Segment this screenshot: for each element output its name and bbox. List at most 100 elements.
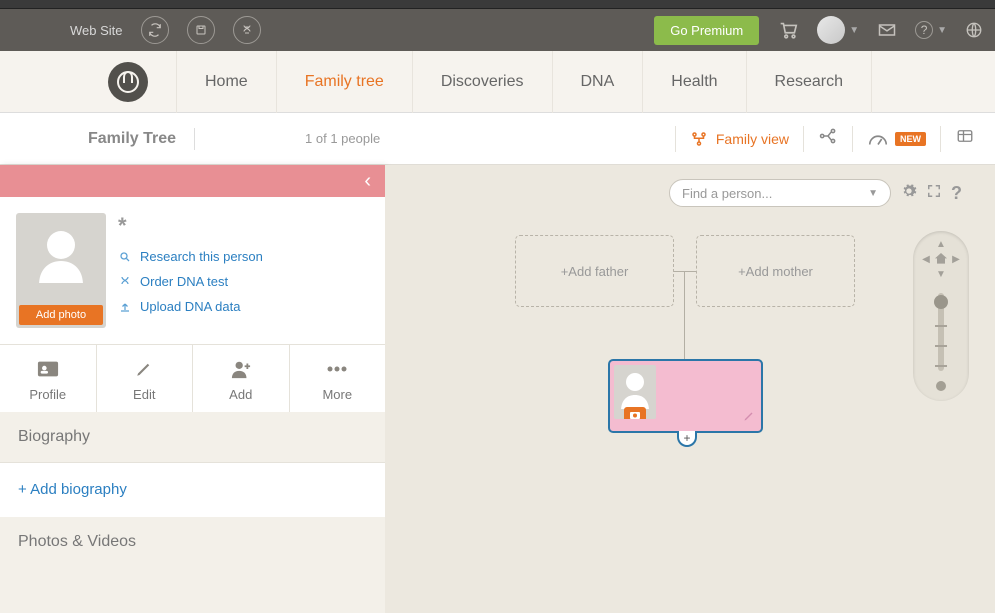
website-link[interactable]: Web Site bbox=[70, 23, 123, 38]
nav-research[interactable]: Research bbox=[746, 51, 872, 113]
top-toolbar: Web Site Go Premium ▼ ? ▼ bbox=[0, 9, 995, 51]
profile-photo[interactable]: Add photo bbox=[16, 213, 106, 328]
pan-dpad: ▲ ▼ ◀ ▶ bbox=[919, 237, 963, 281]
nav-discoveries[interactable]: Discoveries bbox=[412, 51, 552, 113]
connector-line bbox=[684, 271, 685, 359]
globe-icon[interactable] bbox=[965, 21, 983, 39]
find-person-placeholder: Find a person... bbox=[682, 186, 772, 201]
person-card[interactable] bbox=[608, 359, 763, 433]
gear-icon[interactable] bbox=[901, 183, 917, 204]
pencil-icon bbox=[135, 357, 153, 381]
zoom-reset-button[interactable] bbox=[936, 381, 946, 391]
pedigree-view-button[interactable]: NEW bbox=[867, 130, 926, 148]
fan-view-icon[interactable] bbox=[818, 126, 838, 151]
slider-marker bbox=[935, 365, 947, 367]
dna-link-icon bbox=[118, 276, 132, 288]
edit-label: Edit bbox=[133, 387, 155, 402]
nav-home[interactable]: Home bbox=[176, 51, 276, 113]
edit-button[interactable]: Edit bbox=[97, 345, 194, 412]
help-menu[interactable]: ? ▼ bbox=[915, 21, 947, 39]
tree-navigator: ▲ ▼ ◀ ▶ bbox=[913, 231, 969, 401]
sync-icon[interactable] bbox=[141, 16, 169, 44]
research-person-link[interactable]: Research this person bbox=[118, 249, 369, 264]
tree-view-icon bbox=[690, 130, 708, 148]
logo-icon[interactable] bbox=[108, 62, 148, 102]
panel-collapse-chevron-icon[interactable]: ‹ bbox=[364, 170, 371, 193]
add-relative-plus-button[interactable]: + bbox=[677, 431, 697, 447]
family-view-label: Family view bbox=[716, 131, 789, 147]
profile-button[interactable]: Profile bbox=[0, 345, 97, 412]
add-photo-button[interactable]: Add photo bbox=[19, 305, 103, 325]
profile-label: Profile bbox=[29, 387, 66, 402]
save-icon[interactable] bbox=[187, 16, 215, 44]
cart-icon[interactable] bbox=[777, 19, 799, 41]
divider bbox=[194, 128, 195, 150]
chevron-down-icon: ▼ bbox=[868, 188, 878, 199]
sub-toolbar-right: Family view NEW bbox=[675, 126, 975, 152]
add-biography-link[interactable]: + Add biography bbox=[18, 481, 127, 498]
more-button[interactable]: More bbox=[290, 345, 386, 412]
chevron-down-icon: ▼ bbox=[849, 25, 859, 36]
divider bbox=[940, 126, 941, 152]
person-silhouette-icon bbox=[31, 223, 91, 283]
pan-up-button[interactable]: ▲ bbox=[934, 237, 948, 251]
tree-canvas[interactable]: Find a person... ▼ ? +Add father +Add mo… bbox=[385, 165, 995, 613]
sub-toolbar: Family Tree 1 of 1 people Family view NE… bbox=[0, 113, 995, 165]
add-mother-box[interactable]: +Add mother bbox=[696, 235, 855, 307]
search-icon bbox=[118, 251, 132, 263]
divider bbox=[675, 126, 676, 152]
family-view-button[interactable]: Family view bbox=[690, 130, 789, 148]
upload-dna-link[interactable]: Upload DNA data bbox=[118, 299, 369, 314]
id-card-icon bbox=[37, 357, 59, 381]
person-silhouette-icon bbox=[618, 369, 652, 409]
list-view-icon[interactable] bbox=[955, 127, 975, 150]
home-icon[interactable] bbox=[933, 251, 949, 272]
order-dna-link[interactable]: Order DNA test bbox=[118, 274, 369, 289]
expand-icon[interactable] bbox=[927, 184, 941, 203]
biography-header: Biography bbox=[0, 412, 385, 463]
toolbar-left-group: Web Site bbox=[70, 16, 261, 44]
find-person-dropdown[interactable]: Find a person... ▼ bbox=[669, 179, 891, 207]
chevron-down-icon: ▼ bbox=[937, 25, 947, 36]
user-avatar-menu[interactable]: ▼ bbox=[817, 16, 859, 44]
content-area: ‹ Add photo * Research this person Order… bbox=[0, 165, 995, 613]
order-dna-label: Order DNA test bbox=[140, 274, 228, 289]
panel-header: ‹ bbox=[0, 165, 385, 197]
new-badge: NEW bbox=[895, 132, 926, 146]
avatar-icon bbox=[817, 16, 845, 44]
dna-icon[interactable] bbox=[233, 16, 261, 44]
go-premium-button[interactable]: Go Premium bbox=[654, 16, 759, 45]
pan-left-button[interactable]: ◀ bbox=[919, 252, 933, 266]
people-count: 1 of 1 people bbox=[305, 131, 380, 146]
help-icon[interactable]: ? bbox=[951, 183, 962, 204]
tree-controls-bar: Find a person... ▼ ? bbox=[385, 179, 995, 207]
page-title: Family Tree bbox=[88, 130, 176, 148]
profile-details: * Research this person Order DNA test Up… bbox=[118, 213, 369, 328]
camera-icon[interactable] bbox=[624, 407, 646, 419]
zoom-slider[interactable] bbox=[938, 293, 944, 371]
action-buttons-row: Profile Edit Add More bbox=[0, 344, 385, 412]
divider bbox=[803, 126, 804, 152]
add-mother-label: +Add mother bbox=[738, 264, 813, 279]
nav-dna[interactable]: DNA bbox=[552, 51, 643, 113]
connector-line bbox=[674, 271, 696, 272]
nav-health[interactable]: Health bbox=[642, 51, 745, 113]
add-button[interactable]: Add bbox=[193, 345, 290, 412]
add-father-label: +Add father bbox=[561, 264, 629, 279]
toolbar-right-group: Go Premium ▼ ? ▼ bbox=[654, 16, 983, 45]
pencil-icon[interactable] bbox=[743, 409, 755, 427]
person-card-photo[interactable] bbox=[614, 365, 656, 419]
add-person-icon bbox=[230, 357, 252, 381]
browser-chrome-strip bbox=[0, 0, 995, 9]
add-father-box[interactable]: +Add father bbox=[515, 235, 674, 307]
zoom-slider-thumb[interactable] bbox=[934, 295, 948, 309]
person-side-panel: ‹ Add photo * Research this person Order… bbox=[0, 165, 385, 613]
nav-family-tree[interactable]: Family tree bbox=[276, 51, 412, 113]
divider bbox=[852, 126, 853, 152]
profile-summary: Add photo * Research this person Order D… bbox=[0, 197, 385, 344]
pan-right-button[interactable]: ▶ bbox=[949, 252, 963, 266]
add-label: Add bbox=[229, 387, 252, 402]
mail-icon[interactable] bbox=[877, 20, 897, 40]
photos-videos-header: Photos & Videos bbox=[0, 517, 385, 567]
upload-dna-label: Upload DNA data bbox=[140, 299, 240, 314]
